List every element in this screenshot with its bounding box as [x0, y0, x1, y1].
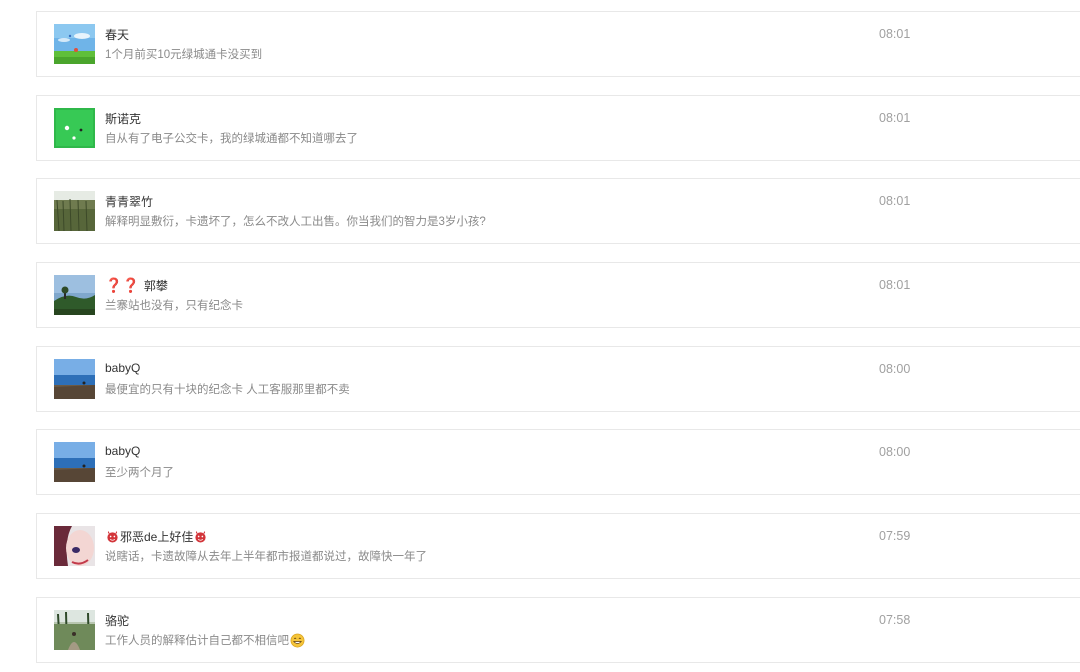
avatar-seaside-image: [54, 442, 95, 482]
comment-text-content: 工作人员的解释估计自己都不相信吧: [105, 635, 289, 647]
devil-emoji-icon: [107, 530, 118, 543]
user-name-text: babyQ: [105, 444, 141, 458]
red-question-mark-icon: ❓❓: [105, 277, 140, 293]
comment-time: 08:01: [879, 194, 911, 208]
avatar-girl-portrait-image: [54, 526, 95, 566]
avatar-forest-path-image: [54, 610, 95, 650]
user-name[interactable]: 骆驼: [105, 612, 129, 629]
user-name[interactable]: 青青翠竹: [105, 193, 153, 210]
comment-text-content: 至少两个月了: [105, 467, 174, 479]
avatar[interactable]: [54, 442, 95, 482]
comment-text: 自从有了电子公交卡，我的绿城通都不知道哪去了: [105, 130, 358, 146]
comment-time: 08:01: [879, 278, 911, 292]
user-name[interactable]: 邪恶de上好佳: [105, 528, 208, 545]
user-name[interactable]: 斯诺克: [105, 110, 141, 127]
user-name[interactable]: ❓❓ 郭攀: [105, 277, 168, 294]
comment-text: 工作人员的解释估计自己都不相信吧: [105, 632, 305, 648]
comment-text: 解释明显敷衍，卡遗坏了，怎么不改人工出售。你当我们的智力是3岁小孩?: [105, 213, 486, 229]
comment-text-content: 自从有了电子公交卡，我的绿城通都不知道哪去了: [105, 133, 358, 145]
avatar[interactable]: [54, 24, 95, 64]
avatar-snooker-table-image: [54, 108, 95, 148]
avatar-hill-tree-image: [54, 275, 95, 315]
avatar-bamboo-landscape-image: [54, 191, 95, 231]
comment-row[interactable]: 斯诺克 自从有了电子公交卡，我的绿城通都不知道哪去了 08:01: [36, 95, 1080, 161]
user-name[interactable]: 春天: [105, 26, 129, 43]
user-name[interactable]: babyQ: [105, 361, 140, 375]
user-name-text: 骆驼: [105, 614, 130, 628]
comment-text-content: 最便宜的只有十块的纪念卡 人工客服那里都不卖: [105, 384, 350, 396]
comment-row[interactable]: 邪恶de上好佳 说瞎话，卡遗故障从去年上半年都市报道都说过，故障快一年了 07:…: [36, 513, 1080, 579]
comment-time: 08:01: [879, 111, 911, 125]
comment-row[interactable]: ❓❓ 郭攀 兰寨站也没有，只有纪念卡 08:01: [36, 262, 1080, 328]
comment-text-content: 说瞎话，卡遗故障从去年上半年都市报道都说过，故障快一年了: [105, 551, 427, 563]
comment-text: 最便宜的只有十块的纪念卡 人工客服那里都不卖: [105, 381, 350, 397]
comment-text-content: 兰寨站也没有，只有纪念卡: [105, 300, 243, 312]
comment-time: 07:58: [879, 613, 911, 627]
avatar[interactable]: [54, 610, 95, 650]
comment-row[interactable]: babyQ 最便宜的只有十块的纪念卡 人工客服那里都不卖 08:00: [36, 346, 1080, 412]
avatar-seaside-image: [54, 359, 95, 399]
comment-text: 1个月前买10元绿城通卡没买到: [105, 46, 262, 62]
comment-time: 08:00: [879, 445, 911, 459]
user-name-text: 邪恶de上好佳: [120, 530, 194, 544]
user-name-text: 青青翠竹: [105, 195, 154, 209]
comment-text-content: 1个月前买10元绿城通卡没买到: [105, 49, 263, 61]
comment-text: 说瞎话，卡遗故障从去年上半年都市报道都说过，故障快一年了: [105, 548, 427, 564]
user-name[interactable]: babyQ: [105, 444, 140, 458]
comment-list: 春天 1个月前买10元绿城通卡没买到 08:01 斯诺克 自从有了电子公交卡，我…: [0, 0, 1080, 672]
user-name-text: 斯诺克: [105, 112, 142, 126]
comment-row[interactable]: 青青翠竹 解释明显敷衍，卡遗坏了，怎么不改人工出售。你当我们的智力是3岁小孩? …: [36, 178, 1080, 244]
comment-time: 08:00: [879, 362, 911, 376]
avatar[interactable]: [54, 359, 95, 399]
user-name-text: 郭攀: [143, 279, 168, 293]
comment-text: 至少两个月了: [105, 464, 174, 480]
comment-time: 08:01: [879, 27, 911, 41]
devil-emoji-icon: [195, 530, 206, 543]
grin-emoji-icon: [290, 633, 305, 647]
comment-text: 兰寨站也没有，只有纪念卡: [105, 297, 243, 313]
comment-time: 07:59: [879, 529, 911, 543]
avatar-sky-field-image: [54, 24, 95, 64]
comment-row[interactable]: 骆驼 工作人员的解释估计自己都不相信吧 07:58: [36, 597, 1080, 663]
avatar[interactable]: [54, 526, 95, 566]
comment-row[interactable]: 春天 1个月前买10元绿城通卡没买到 08:01: [36, 11, 1080, 77]
avatar[interactable]: [54, 191, 95, 231]
avatar[interactable]: [54, 275, 95, 315]
user-name-text: babyQ: [105, 361, 141, 375]
comment-text-content: 解释明显敷衍，卡遗坏了，怎么不改人工出售。你当我们的智力是3岁小孩?: [105, 216, 486, 228]
user-name-text: 春天: [105, 28, 130, 42]
avatar[interactable]: [54, 108, 95, 148]
comment-row[interactable]: babyQ 至少两个月了 08:00: [36, 429, 1080, 495]
